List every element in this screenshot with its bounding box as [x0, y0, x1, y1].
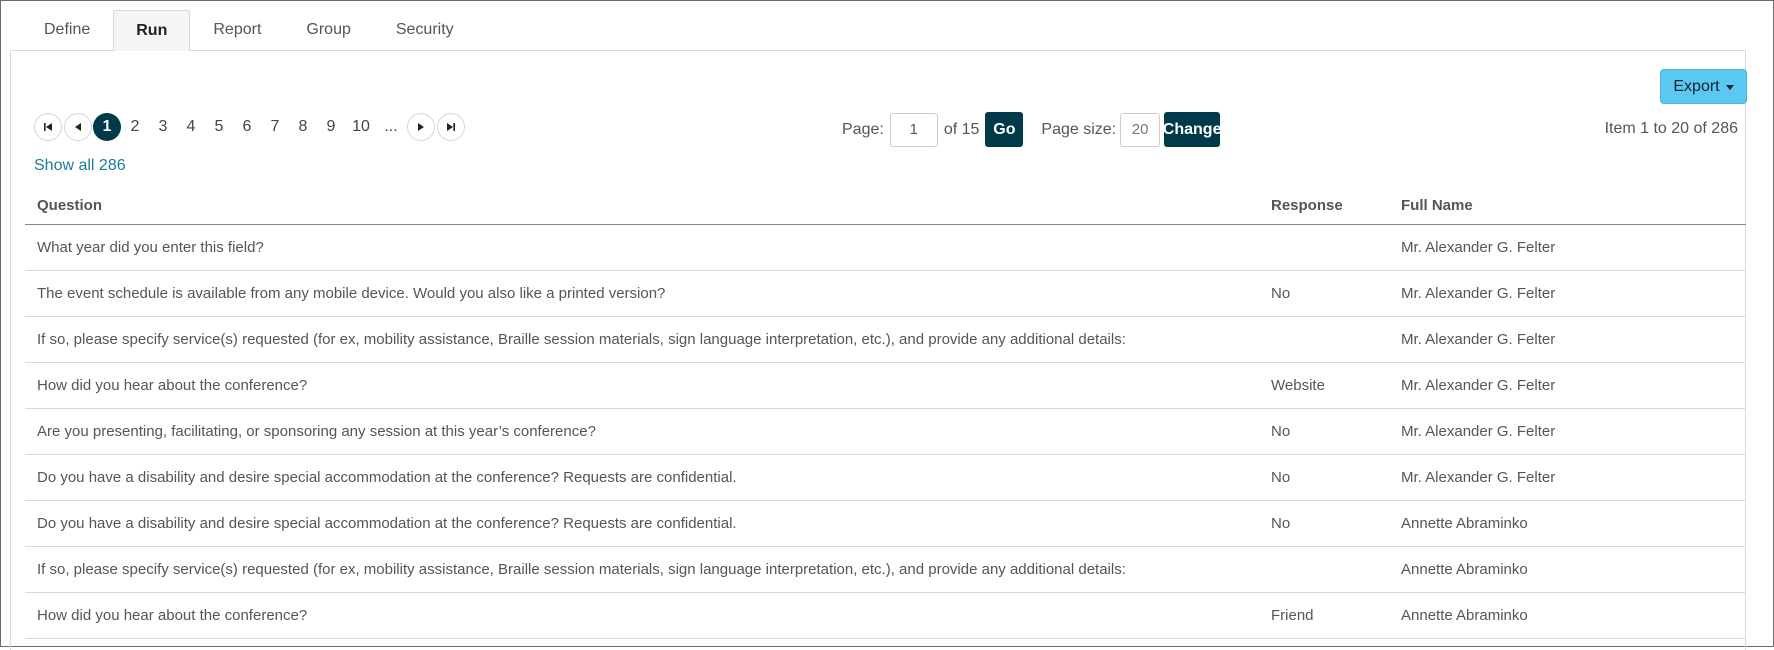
page-link-7[interactable]: 7: [261, 118, 289, 136]
table-row: Do you have a disability and desire spec…: [25, 454, 1746, 501]
page-controls: Page: of 15 Go Page size: Change: [842, 112, 1221, 147]
tab-security[interactable]: Security: [374, 10, 476, 49]
page-link-10[interactable]: 10: [345, 118, 377, 136]
tab-define[interactable]: Define: [22, 10, 112, 49]
page-link-9[interactable]: 9: [317, 118, 345, 136]
page-link-8[interactable]: 8: [289, 118, 317, 136]
page-size-label: Page size:: [1041, 120, 1117, 138]
page-link-5[interactable]: 5: [205, 118, 233, 136]
page-link-1[interactable]: 1: [93, 113, 121, 141]
page-link-2[interactable]: 2: [121, 118, 149, 136]
cell-question: The event schedule is available from any…: [25, 270, 1259, 317]
table-row: How did you hear about the conference? W…: [25, 362, 1746, 409]
table-row: The event schedule is available from any…: [25, 270, 1746, 317]
page-label: Page:: [842, 120, 884, 138]
export-button[interactable]: Export: [1660, 69, 1747, 104]
column-header-full-name[interactable]: Full Name: [1389, 186, 1746, 225]
cell-question: How did you hear about the conference?: [25, 362, 1259, 409]
results-table: Question Response Full Name What year di…: [25, 186, 1746, 639]
page-link-4[interactable]: 4: [177, 118, 205, 136]
cell-question: Are you presenting, facilitating, or spo…: [25, 408, 1259, 455]
prev-page-button[interactable]: [64, 113, 92, 141]
cell-full-name: Mr. Alexander G. Felter: [1389, 454, 1746, 501]
table-row: Are you presenting, facilitating, or spo…: [25, 408, 1746, 455]
pagination: 1 2 3 4 5 6 7 8 9 10 ...: [34, 112, 467, 142]
column-header-question[interactable]: Question: [25, 186, 1259, 225]
caret-down-icon: [1725, 85, 1734, 90]
cell-full-name: Annette Abraminko: [1389, 500, 1746, 547]
cell-full-name: Mr. Alexander G. Felter: [1389, 270, 1746, 317]
cell-question: Do you have a disability and desire spec…: [25, 500, 1259, 547]
cell-question: How did you hear about the conference?: [25, 592, 1259, 639]
show-all-link[interactable]: Show all 286: [34, 157, 126, 175]
cell-response: [1259, 546, 1389, 593]
next-page-icon: [418, 123, 424, 131]
page-link-6[interactable]: 6: [233, 118, 261, 136]
item-range-text: Item 1 to 20 of 286: [1604, 120, 1738, 137]
cell-response: No: [1259, 270, 1389, 317]
table-row: If so, please specify service(s) request…: [25, 546, 1746, 593]
cell-question: If so, please specify service(s) request…: [25, 546, 1259, 593]
tab-run[interactable]: Run: [113, 10, 191, 51]
page-ellipsis[interactable]: ...: [377, 118, 405, 136]
cell-full-name: Mr. Alexander G. Felter: [1389, 362, 1746, 409]
table-row: What year did you enter this field? Mr. …: [25, 224, 1746, 271]
first-page-button[interactable]: [34, 113, 62, 141]
prev-page-icon: [75, 123, 81, 131]
tab-bar: Define Run Report Group Security: [22, 10, 477, 51]
page-size-input[interactable]: [1120, 112, 1161, 147]
cell-full-name: Mr. Alexander G. Felter: [1389, 224, 1746, 271]
cell-full-name: Mr. Alexander G. Felter: [1389, 408, 1746, 455]
cell-full-name: Annette Abraminko: [1389, 592, 1746, 639]
page-number-input[interactable]: [889, 112, 938, 147]
change-button[interactable]: Change: [1163, 112, 1221, 147]
cell-response: No: [1259, 408, 1389, 455]
cell-full-name: Annette Abraminko: [1389, 546, 1746, 593]
table-header-row: Question Response Full Name: [25, 186, 1746, 225]
go-button[interactable]: Go: [985, 112, 1024, 147]
export-label: Export: [1673, 77, 1720, 95]
cell-question: Do you have a disability and desire spec…: [25, 454, 1259, 501]
cell-response: No: [1259, 500, 1389, 547]
cell-response: [1259, 224, 1389, 271]
cell-response: [1259, 316, 1389, 363]
column-header-response[interactable]: Response: [1259, 186, 1389, 225]
page-count: of 15: [943, 120, 980, 138]
cell-response: Friend: [1259, 592, 1389, 639]
tab-report[interactable]: Report: [191, 10, 283, 49]
page-link-3[interactable]: 3: [149, 118, 177, 136]
table-row: If so, please specify service(s) request…: [25, 316, 1746, 363]
tab-group[interactable]: Group: [284, 10, 372, 49]
table-row: How did you hear about the conference? F…: [25, 592, 1746, 639]
cell-response: Website: [1259, 362, 1389, 409]
cell-full-name: Mr. Alexander G. Felter: [1389, 316, 1746, 363]
last-page-button[interactable]: [437, 113, 465, 141]
cell-response: No: [1259, 454, 1389, 501]
cell-question: What year did you enter this field?: [25, 224, 1259, 271]
last-page-icon: [447, 123, 455, 131]
cell-question: If so, please specify service(s) request…: [25, 316, 1259, 363]
table-row: Do you have a disability and desire spec…: [25, 500, 1746, 547]
first-page-icon: [44, 123, 52, 131]
next-page-button[interactable]: [407, 113, 435, 141]
